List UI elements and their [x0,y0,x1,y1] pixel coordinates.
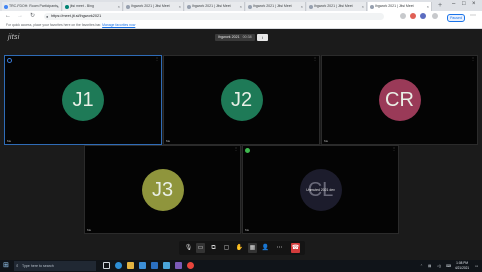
back-icon[interactable]: ← [5,13,11,20]
language-icon[interactable]: ⌨ [446,260,451,272]
close-tab-icon[interactable]: × [57,2,59,11]
chrome-icon[interactable] [187,262,194,269]
taskbar-search[interactable]: ⌕ Type here to search [14,261,96,271]
tile-menu-icon[interactable]: ⋮ [471,57,475,61]
forward-icon[interactable]: → [17,13,23,20]
tile-menu-icon[interactable]: ⋮ [313,57,317,61]
chat-icon[interactable]: ▢ [222,243,231,253]
audio-level-icon [245,148,250,153]
tile-status-label: Unmuted 2021 dev [306,187,335,192]
close-window-icon[interactable]: × [472,1,476,7]
mail-icon[interactable] [151,262,158,269]
edge-icon[interactable] [115,262,122,269]
meeting-area: jitsi Ihgwork 2021 00:38 i ⋮ J1 Me ⋮ J2 M… [0,30,482,260]
profile-paused-button[interactable]: Paused [447,13,465,22]
jitsi-logo: jitsi [8,34,20,41]
file-explorer-icon[interactable] [127,262,134,269]
avatar: CR [378,79,421,121]
maximize-icon[interactable]: □ [462,1,466,7]
search-icon: ⌕ [16,263,19,268]
participants-icon[interactable]: 👤 [261,243,270,253]
browser-tab-active[interactable]: Ihgwork 2021 | Jitsi Meet × [368,2,432,11]
windows-start-icon[interactable]: ⊞ [3,262,9,270]
store-icon[interactable] [139,262,146,269]
browser-tab[interactable]: Ihgwork 2021 | Jitsi Meet × [307,2,367,11]
favorites-bar: For quick access, place your favorites h… [0,22,482,29]
manage-favorites-link[interactable]: Manage favorites now [102,23,135,27]
favicon-icon [370,4,374,9]
camera-icon[interactable]: ▭ [196,243,205,253]
network-icon[interactable]: ▤ [428,260,431,272]
browser-tab-strip: TRC-FDOH: Room Participants × jitsi meet … [0,0,482,11]
participant-tile[interactable]: ⋮ J3 Me [84,145,241,234]
extension-icon[interactable] [420,13,426,19]
close-tab-icon[interactable]: × [301,2,303,11]
participant-name: Me [166,139,171,143]
app-icon[interactable] [175,262,182,269]
avatar: J2 [220,79,263,121]
close-tab-icon[interactable]: × [240,2,242,11]
notifications-icon[interactable]: ▭ [475,260,478,272]
favicon-icon [4,4,8,9]
browser-tab[interactable]: jitsi meet - Bing × [63,2,123,11]
participant-name: Me [245,228,250,232]
dominant-speaker-icon [7,58,12,63]
participant-name: Me [7,139,12,143]
browser-tab[interactable]: Ihgwork 2021 | Jitsi Meet × [124,2,184,11]
meeting-timer: 00:38 [242,35,252,39]
address-bar[interactable]: ● https://meet.jit.si/Ihgwork2021 [44,13,384,20]
more-options-icon[interactable]: ⋯ [470,13,476,20]
task-view-icon[interactable] [103,262,110,269]
raise-hand-icon[interactable]: ✋ [235,243,244,253]
meeting-toolbar: 🎙 ▭ ⧉ ▢ ✋ ▦ 👤 ⋯ ☎ [179,241,305,255]
participant-tile[interactable]: ⋮ CL Unmuted 2021 dev Me [242,145,399,234]
tray-chevron-icon[interactable]: ⌃ [420,260,423,272]
browser-tab[interactable]: Ihgwork 2021 | Jitsi Meet × [185,2,245,11]
new-tab-icon[interactable]: + [436,2,444,10]
favorites-icon[interactable] [432,13,438,19]
address-row: ← → ↻ ● https://meet.jit.si/Ihgwork2021 … [0,11,482,22]
participant-tile[interactable]: ⋮ J1 Me [4,55,162,145]
extension-icon[interactable] [410,13,416,19]
volume-icon[interactable]: ◁) [437,260,441,272]
room-info-icon[interactable]: i [257,34,268,41]
extension-icon[interactable] [400,13,406,19]
microphone-icon[interactable]: 🎙 [184,243,193,253]
avatar: J3 [141,168,184,211]
app-icon[interactable] [163,262,170,269]
avatar: J1 [62,79,104,121]
tile-menu-icon[interactable]: ⋮ [155,57,159,61]
minimize-icon[interactable]: – [452,1,455,7]
participant-name: Me [87,228,92,232]
browser-tab[interactable]: Ihgwork 2021 | Jitsi Meet × [246,2,306,11]
close-tab-icon[interactable]: × [179,2,181,11]
hangup-icon[interactable]: ☎ [291,243,300,253]
tile-view-icon[interactable]: ▦ [248,243,257,253]
taskbar-clock[interactable]: 1:08 PM 4/21/2021 [455,261,469,271]
participant-tile[interactable]: ⋮ J2 Me [163,55,320,145]
favicon-icon [309,4,313,9]
url-text: https://meet.jit.si/Ihgwork2021 [51,14,102,18]
share-screen-icon[interactable]: ⧉ [209,243,218,253]
close-tab-icon[interactable]: × [118,2,120,11]
close-tab-icon[interactable]: × [362,2,364,11]
favicon-icon [248,4,252,9]
favicon-icon [126,4,130,9]
participant-name: Me [324,139,329,143]
lock-icon: ● [46,14,49,19]
more-icon[interactable]: ⋯ [275,243,284,253]
browser-tab[interactable]: TRC-FDOH: Room Participants × [2,2,62,11]
reload-icon[interactable]: ↻ [30,13,35,20]
favicon-icon [65,4,69,9]
windows-taskbar: ⊞ ⌕ Type here to search ⌃ ▤ ◁) ⌨ 1:08 PM… [0,260,482,272]
tile-menu-icon[interactable]: ⋮ [392,147,396,151]
tile-menu-icon[interactable]: ⋮ [234,147,238,151]
participant-tile[interactable]: ⋮ CR Me [321,55,478,145]
room-name-badge: Ihgwork 2021 00:38 [215,34,255,41]
favicon-icon [187,4,191,9]
close-tab-icon[interactable]: × [427,2,429,11]
